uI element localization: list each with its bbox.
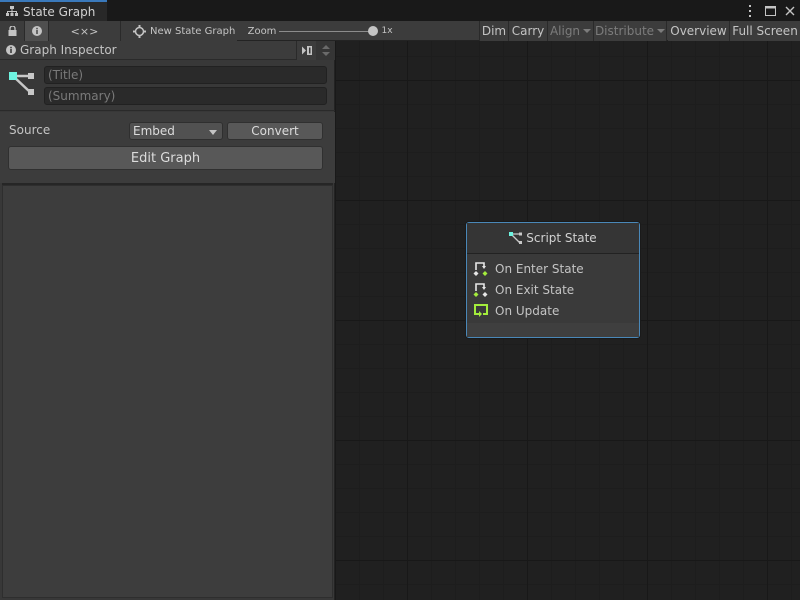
distribute-label: Distribute [594,24,655,38]
source-section: Source Embed Convert Edit Graph [0,112,335,183]
more-options-icon[interactable] [744,4,756,18]
new-state-graph-label: New State Graph [150,25,236,37]
graph-summary-input[interactable]: (Summary) [44,87,327,105]
zoom-slider-track[interactable] [279,31,374,32]
maximize-icon[interactable] [764,4,776,18]
align-dropdown[interactable]: Align [548,21,594,41]
convert-button[interactable]: Convert [227,122,323,140]
dim-button[interactable]: Dim [479,21,509,41]
tab-title: State Graph [23,4,96,19]
inspector-body [2,185,333,598]
chevron-down-icon [657,29,666,33]
graph-inspector-panel: Graph Inspector (Title) (Summary) Source… [0,41,335,600]
window-tab-bar: State Graph [0,0,800,21]
info-button[interactable] [25,21,49,41]
tab-state-graph[interactable]: State Graph [0,0,107,21]
enter-state-icon [473,262,488,276]
source-dropdown-value: Embed [133,124,175,138]
graph-title-input[interactable]: (Title) [44,66,327,84]
source-dropdown[interactable]: Embed [129,122,223,140]
distribute-dropdown[interactable]: Distribute [594,21,667,41]
zoom-slider-thumb[interactable] [368,26,378,36]
scroll-down-icon[interactable] [321,52,330,56]
graph-metadata: (Title) (Summary) [0,61,335,111]
lock-icon [8,26,16,36]
node-event-row[interactable]: On Enter State [473,260,584,278]
node-header[interactable]: Script State [467,223,639,254]
variables-button[interactable]: <×> [49,21,121,41]
state-graph-icon [9,72,34,95]
graph-inspector-header: Graph Inspector [0,41,335,60]
zoom-label: Zoom [247,25,277,37]
script-state-node[interactable]: Script State On Enter State On Exit Stat… [466,222,640,338]
edit-graph-button[interactable]: Edit Graph [8,146,323,170]
lock-button[interactable] [0,21,25,41]
full-screen-button[interactable]: Full Screen [730,21,800,41]
graph-inspector-title: Graph Inspector [20,43,117,57]
info-icon [6,45,16,55]
panel-scroll-buttons[interactable] [316,41,335,60]
node-event-label: On Update [495,304,560,318]
source-label: Source [9,123,51,137]
graph-toolbar: <×> New State Graph Zoom 1x Dim Carry Al… [0,21,800,41]
chevron-down-icon [209,130,217,135]
new-graph-icon [133,24,146,38]
align-label: Align [549,24,581,38]
node-title: Script State [526,231,597,245]
scroll-up-icon[interactable] [321,45,330,49]
update-loop-icon [474,304,488,317]
info-icon [31,26,42,36]
collapse-panel-button[interactable] [296,41,316,60]
carry-button[interactable]: Carry [509,21,548,41]
collapse-right-icon [301,46,312,55]
node-event-row[interactable]: On Update [473,302,559,320]
node-event-label: On Enter State [495,262,584,276]
node-footer [467,323,639,337]
overview-button[interactable]: Overview [668,21,730,41]
hierarchy-icon [6,6,18,16]
state-graph-icon [509,232,523,244]
close-icon[interactable] [784,4,796,18]
chevron-down-icon [583,29,592,33]
zoom-value: 1x [381,26,393,36]
node-event-label: On Exit State [495,283,575,297]
exit-state-icon [473,283,488,297]
new-state-graph-button[interactable]: New State Graph [121,21,237,41]
node-event-row[interactable]: On Exit State [473,281,574,299]
